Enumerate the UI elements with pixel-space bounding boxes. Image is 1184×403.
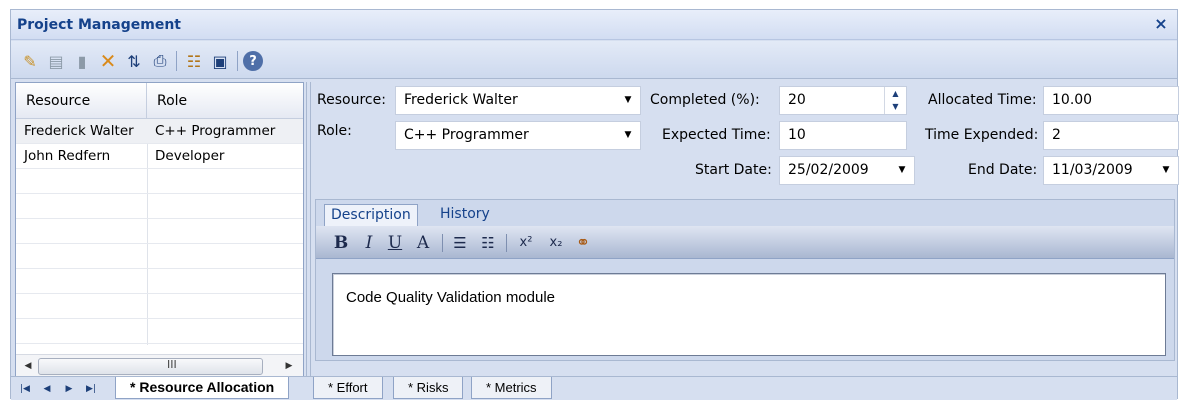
hierarchy-icon[interactable]: ☷ (183, 50, 205, 72)
role-label: Role: (317, 123, 352, 139)
next-tab-icon[interactable]: ▶ (61, 381, 77, 397)
tab-description[interactable]: Description (324, 204, 418, 226)
scroll-thumb[interactable]: III (38, 358, 263, 375)
subscript-icon[interactable]: x₂ (544, 232, 568, 254)
window-title: Project Management (17, 17, 181, 33)
toolbar-separator (176, 51, 177, 71)
expected-time-value: 10 (788, 127, 806, 143)
format-separator (442, 234, 443, 252)
time-expended-field[interactable]: 2 (1043, 121, 1179, 150)
close-icon[interactable]: × (1151, 13, 1171, 35)
toolbar: ✎ ▤ ▮ ✕ ⇅ ⎙ ☷ ▣ ? (11, 41, 1177, 79)
grid-header: Resource Role (16, 83, 303, 119)
end-date-label: End Date: (968, 162, 1038, 178)
cell-resource: Frederick Walter (24, 123, 134, 139)
spin-down-icon[interactable]: ▼ (885, 100, 906, 113)
empty-row (16, 294, 303, 319)
panel-splitter[interactable] (306, 82, 311, 379)
role-combo[interactable]: C++ Programmer ▼ (395, 121, 641, 150)
chevron-down-icon[interactable]: ▼ (890, 157, 914, 184)
project-management-window: Project Management × ✎ ▤ ▮ ✕ ⇅ ⎙ ☷ ▣ ? R… (10, 9, 1179, 400)
column-header-role[interactable]: Role (147, 83, 303, 119)
completed-value: 20 (788, 92, 806, 108)
empty-row (16, 269, 303, 294)
last-tab-icon[interactable]: ▶| (83, 381, 99, 397)
underline-button[interactable]: U (386, 232, 404, 254)
completed-stepper[interactable]: 20 ▲ ▼ (779, 86, 907, 115)
start-date-value: 25/02/2009 (788, 162, 869, 178)
allocated-time-label: Allocated Time: (928, 92, 1037, 108)
time-expended-label: Time Expended: (925, 127, 1039, 143)
table-row[interactable]: Frederick Walter C++ Programmer (16, 119, 303, 144)
table-row[interactable]: John Redfern Developer (16, 144, 303, 169)
spin-up-icon[interactable]: ▲ (885, 87, 906, 100)
empty-row (16, 169, 303, 194)
resource-combo[interactable]: Frederick Walter ▼ (395, 86, 641, 115)
report-icon[interactable]: ▣ (209, 50, 231, 72)
previous-tab-icon[interactable]: ◀ (39, 381, 55, 397)
empty-row (16, 194, 303, 219)
italic-button[interactable]: I (360, 232, 378, 254)
delete-icon[interactable]: ✕ (97, 49, 119, 73)
font-icon[interactable]: A (412, 232, 434, 254)
cell-resource: John Redfern (24, 148, 111, 164)
end-date-value: 11/03/2009 (1052, 162, 1133, 178)
format-toolbar: B I U A ☰ ☷ x² x₂ ⚭ (316, 226, 1174, 259)
cell-role: Developer (155, 148, 225, 164)
description-text: Code Quality Validation module (346, 289, 556, 306)
superscript-icon[interactable]: x² (514, 232, 538, 254)
tab-metrics[interactable]: * Metrics (471, 377, 552, 399)
bold-button[interactable]: B (332, 232, 350, 254)
tab-risks[interactable]: * Risks (393, 377, 464, 399)
allocated-time-value: 10.00 (1052, 92, 1093, 108)
scroll-grip: III (167, 358, 177, 371)
numbered-list-icon[interactable]: ☷ (478, 232, 498, 254)
allocated-time-field[interactable]: 10.00 (1043, 86, 1179, 115)
allocation-form: Resource: Frederick Walter ▼ Role: C++ P… (313, 82, 1179, 197)
expected-time-label: Expected Time: (662, 127, 771, 143)
description-editor[interactable]: Code Quality Validation module (332, 273, 1166, 356)
start-date-picker[interactable]: 25/02/2009 ▼ (779, 156, 915, 185)
resource-combo-value: Frederick Walter (404, 92, 518, 108)
chevron-down-icon[interactable]: ▼ (616, 87, 640, 114)
tab-history[interactable]: History (434, 204, 496, 226)
hyperlink-icon[interactable]: ⚭ (572, 232, 594, 254)
chevron-down-icon[interactable]: ▼ (1154, 157, 1178, 184)
empty-row (16, 319, 303, 344)
bullet-list-icon[interactable]: ☰ (450, 232, 470, 254)
scroll-right-icon[interactable]: ▶ (281, 358, 297, 375)
copy-icon[interactable]: ▮ (71, 50, 93, 72)
description-panel: Description History B I U A ☰ ☷ x² x₂ ⚭ … (315, 199, 1175, 361)
toolbar-separator (237, 51, 238, 71)
start-date-label: Start Date: (695, 162, 772, 178)
tab-effort[interactable]: * Effort (313, 377, 383, 399)
expected-time-field[interactable]: 10 (779, 121, 907, 150)
resource-label: Resource: (317, 92, 386, 108)
save-icon[interactable]: ▤ (45, 50, 67, 72)
empty-row (16, 219, 303, 244)
first-tab-icon[interactable]: |◀ (17, 381, 33, 397)
help-icon[interactable]: ? (243, 51, 263, 71)
sheet-tab-bar: |◀ ◀ ▶ ▶| * Resource Allocation * Effort… (11, 376, 1177, 400)
cell-role: C++ Programmer (155, 123, 276, 139)
time-expended-value: 2 (1052, 127, 1061, 143)
empty-row (16, 244, 303, 269)
new-item-icon[interactable]: ✎ (19, 50, 41, 72)
print-icon[interactable]: ⎙ (149, 50, 171, 72)
format-separator (506, 234, 507, 252)
sort-az-icon[interactable]: ⇅ (123, 50, 145, 72)
role-combo-value: C++ Programmer (404, 127, 529, 143)
scroll-left-icon[interactable]: ◀ (20, 358, 36, 375)
spin-buttons[interactable]: ▲ ▼ (884, 87, 906, 114)
title-bar: Project Management × (11, 10, 1177, 40)
end-date-picker[interactable]: 11/03/2009 ▼ (1043, 156, 1179, 185)
completed-label: Completed (%): (650, 92, 760, 108)
column-header-resource[interactable]: Resource (16, 83, 147, 119)
tab-resource-allocation[interactable]: * Resource Allocation (115, 377, 290, 399)
horizontal-scrollbar[interactable]: ◀ III ▶ (16, 354, 303, 378)
description-tabs: Description History (316, 200, 1174, 226)
chevron-down-icon[interactable]: ▼ (616, 122, 640, 149)
resource-grid: Resource Role Frederick Walter C++ Progr… (15, 82, 304, 379)
